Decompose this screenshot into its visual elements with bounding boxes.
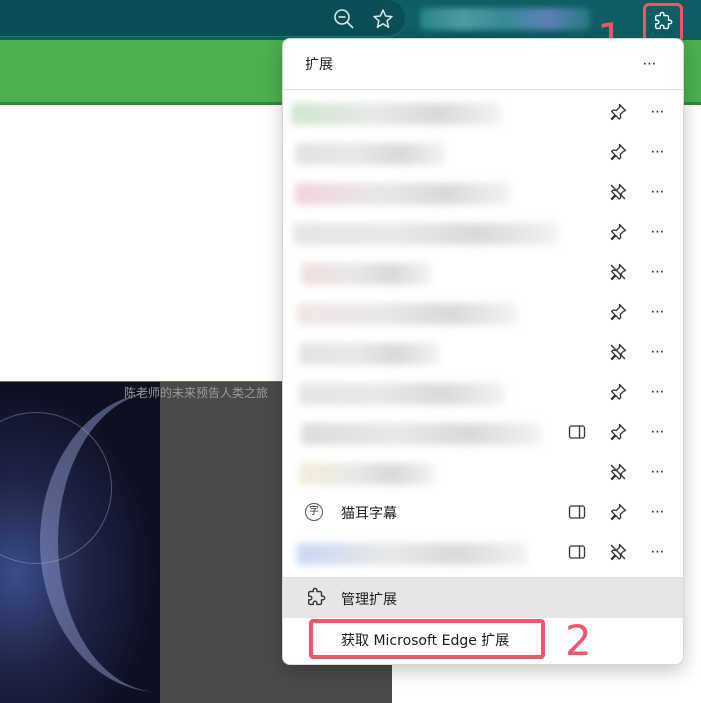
subtitle-extension-icon: 字 (305, 503, 323, 521)
blurred-extension-name (299, 463, 434, 485)
panel-more-icon[interactable]: ⋯ (640, 57, 660, 78)
get-edge-extensions-item[interactable]: 获取 Microsoft Edge 扩展 (309, 619, 545, 659)
sidebar-icon[interactable] (567, 422, 587, 442)
extension-row[interactable]: ⋯ (283, 132, 683, 172)
extension-row[interactable]: ⋯ (283, 452, 683, 492)
video-thumbnail-art (0, 382, 160, 703)
blurred-profile-area (420, 8, 590, 30)
blurred-extension-name (293, 223, 558, 245)
unpin-icon[interactable] (608, 262, 628, 282)
extension-more-icon[interactable]: ⋯ (648, 425, 668, 446)
extension-name: 猫耳字幕 (341, 506, 397, 522)
unpin-icon[interactable] (608, 462, 628, 482)
extensions-button[interactable] (643, 3, 683, 43)
pin-icon[interactable] (608, 222, 628, 242)
blurred-extension-name (295, 143, 445, 165)
blurred-extension-name (301, 423, 541, 445)
extension-row[interactable]: ⋯ (283, 332, 683, 372)
extension-row[interactable]: 字 猫耳字幕 ⋯ (283, 492, 683, 532)
extension-row[interactable]: ⋯ (283, 532, 683, 572)
browser-toolbar (0, 0, 701, 43)
extension-more-icon[interactable]: ⋯ (648, 105, 668, 126)
blurred-extension-name (291, 103, 501, 125)
blurred-extension-name (301, 263, 431, 285)
extension-row[interactable]: ⋯ (283, 172, 683, 212)
blurred-extension-name (297, 303, 517, 325)
extensions-panel: 扩展 ⋯ ⋯ ⋯ ⋯ ⋯ ⋯ ⋯ ⋯ ⋯ ⋯ ⋯ 字 猫耳字幕 ⋯ ⋯ 管理扩展 获取 Microsoft… (282, 38, 684, 665)
blurred-extension-name (299, 343, 439, 365)
extension-more-icon[interactable]: ⋯ (648, 185, 668, 206)
pin-icon[interactable] (608, 302, 628, 322)
unpin-icon[interactable] (608, 542, 628, 562)
unpin-icon[interactable] (608, 182, 628, 202)
pin-icon[interactable] (608, 382, 628, 402)
get-extensions-label: 获取 Microsoft Edge 扩展 (341, 633, 510, 649)
video-caption: 陈老师的未来预告人类之旅 (124, 386, 269, 400)
pin-icon[interactable] (608, 502, 628, 522)
unpin-icon[interactable] (608, 342, 628, 362)
puzzle-icon (307, 587, 326, 606)
sidebar-icon[interactable] (567, 542, 587, 562)
panel-title: 扩展 (305, 57, 333, 73)
extensions-puzzle-icon (654, 11, 673, 30)
pin-icon[interactable] (608, 102, 628, 122)
extension-more-icon[interactable]: ⋯ (648, 385, 668, 406)
extension-more-icon[interactable]: ⋯ (648, 225, 668, 246)
extension-more-icon[interactable]: ⋯ (648, 545, 668, 566)
pin-icon[interactable] (608, 422, 628, 442)
zoom-out-icon[interactable] (333, 8, 355, 30)
extension-row[interactable]: ⋯ (283, 292, 683, 332)
sidebar-icon[interactable] (567, 502, 587, 522)
extension-more-icon[interactable]: ⋯ (648, 345, 668, 366)
blurred-extension-name (297, 543, 527, 565)
extension-more-icon[interactable]: ⋯ (648, 145, 668, 166)
extension-more-icon[interactable]: ⋯ (648, 305, 668, 326)
manage-extensions-label: 管理扩展 (341, 592, 397, 608)
extension-more-icon[interactable]: ⋯ (648, 505, 668, 526)
blurred-extension-name (299, 383, 504, 405)
extension-row[interactable]: ⋯ (283, 372, 683, 412)
manage-extensions-item[interactable]: 管理扩展 (283, 578, 683, 618)
blurred-extension-name (295, 183, 510, 205)
favorite-star-icon[interactable] (372, 8, 394, 30)
extension-more-icon[interactable]: ⋯ (648, 465, 668, 486)
extension-row[interactable]: ⋯ (283, 412, 683, 452)
panel-header: 扩展 ⋯ (283, 39, 683, 90)
extension-more-icon[interactable]: ⋯ (648, 265, 668, 286)
extension-row[interactable]: ⋯ (283, 212, 683, 252)
extension-row[interactable]: ⋯ (283, 92, 683, 132)
step-2-callout: 2 (565, 616, 592, 665)
pin-icon[interactable] (608, 142, 628, 162)
extension-row[interactable]: ⋯ (283, 252, 683, 292)
